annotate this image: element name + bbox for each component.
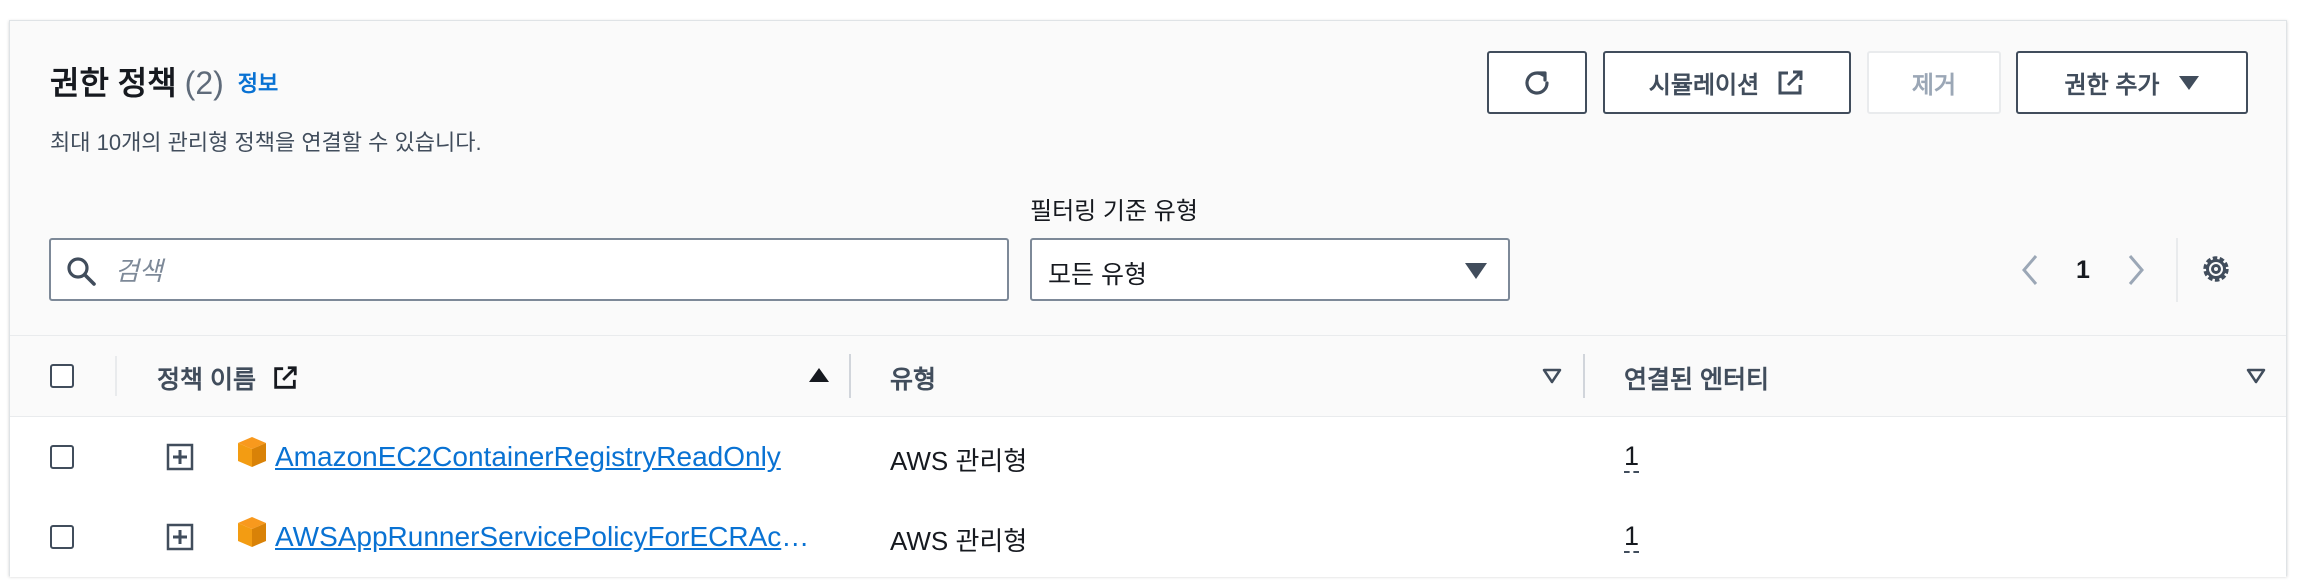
policy-type: AWS 관리형: [890, 446, 1028, 476]
column-label: 정책 이름: [157, 366, 256, 394]
refresh-button[interactable]: [1487, 51, 1587, 114]
policy-type: AWS 관리형: [890, 526, 1028, 556]
pagination: 1: [2010, 248, 2156, 292]
previous-page-icon[interactable]: [2010, 248, 2050, 292]
filter-type-label: 필터링 기준 유형: [1030, 198, 1198, 225]
external-link-icon: [271, 364, 299, 399]
panel-description: 최대 10개의 관리형 정책을 연결할 수 있습니다.: [50, 130, 482, 155]
column-header-attached-entities[interactable]: 연결된 엔터티: [1624, 360, 1769, 396]
info-link[interactable]: 정보: [238, 71, 278, 96]
aws-managed-policy-icon: [236, 515, 268, 554]
expand-icon[interactable]: [166, 443, 194, 476]
select-all-checkbox[interactable]: [50, 364, 74, 388]
aws-managed-policy-icon: [236, 435, 268, 474]
next-page-icon[interactable]: [2116, 248, 2156, 292]
title-text: 권한 정책: [50, 65, 177, 101]
column-divider: [115, 356, 117, 396]
external-link-icon: [1775, 68, 1805, 98]
filter-type-select[interactable]: 모든 유형: [1030, 238, 1510, 301]
permissions-policies-panel: 권한 정책 (2) 정보 최대 10개의 관리형 정책을 연결할 수 있습니다. 시…: [9, 20, 2287, 577]
policy-count: (2): [184, 65, 224, 101]
policy-name-link[interactable]: AmazonEC2ContainerRegistryReadOnly: [275, 441, 781, 473]
search-icon: [65, 255, 97, 292]
filter-type-value: 모든 유형: [1048, 261, 1147, 289]
simulate-button[interactable]: 시뮬레이션: [1603, 51, 1851, 114]
caret-down-icon: [1464, 262, 1488, 285]
row-checkbox[interactable]: [50, 525, 74, 549]
simulate-label: 시뮬레이션: [1648, 72, 1760, 99]
add-permissions-label: 권한 추가: [2064, 72, 2160, 99]
column-header-policy-name[interactable]: 정책 이름: [157, 360, 299, 399]
search-field[interactable]: [49, 238, 1009, 301]
column-resizer[interactable]: [849, 354, 851, 398]
panel-title: 권한 정책 (2) 정보: [50, 58, 278, 104]
expand-icon[interactable]: [166, 523, 194, 556]
attached-entities-count[interactable]: 1: [1624, 521, 1640, 553]
remove-label: 제거: [1911, 72, 1957, 99]
panel-header: 권한 정책 (2) 정보 최대 10개의 관리형 정책을 연결할 수 있습니다. 시…: [10, 21, 2286, 336]
refresh-icon: [1520, 66, 1554, 100]
column-resizer[interactable]: [1583, 354, 1585, 398]
gear-icon[interactable]: [2198, 251, 2234, 292]
table-header: 정책 이름 유형 연결된 엔터티: [10, 336, 2286, 417]
search-input[interactable]: [113, 248, 997, 294]
table-row: AmazonEC2ContainerRegistryReadOnly AWS 관…: [10, 417, 2286, 498]
sort-ascending-icon[interactable]: [808, 367, 830, 388]
attached-entities-count[interactable]: 1: [1624, 441, 1640, 473]
current-page-number[interactable]: 1: [2050, 256, 2116, 285]
table-row: AWSAppRunnerServicePolicyForECRAccess AW…: [10, 497, 2286, 577]
row-checkbox[interactable]: [50, 445, 74, 469]
toolbar-divider: [2176, 238, 2178, 302]
caret-down-icon: [2178, 75, 2200, 91]
policy-name-link[interactable]: AWSAppRunnerServicePolicyForECRAccess: [275, 521, 815, 553]
sort-icon[interactable]: [2246, 368, 2266, 389]
remove-button[interactable]: 제거: [1867, 51, 2001, 114]
column-header-type[interactable]: 유형: [890, 360, 936, 396]
sort-icon[interactable]: [1542, 368, 1562, 389]
add-permissions-button[interactable]: 권한 추가: [2016, 51, 2248, 114]
